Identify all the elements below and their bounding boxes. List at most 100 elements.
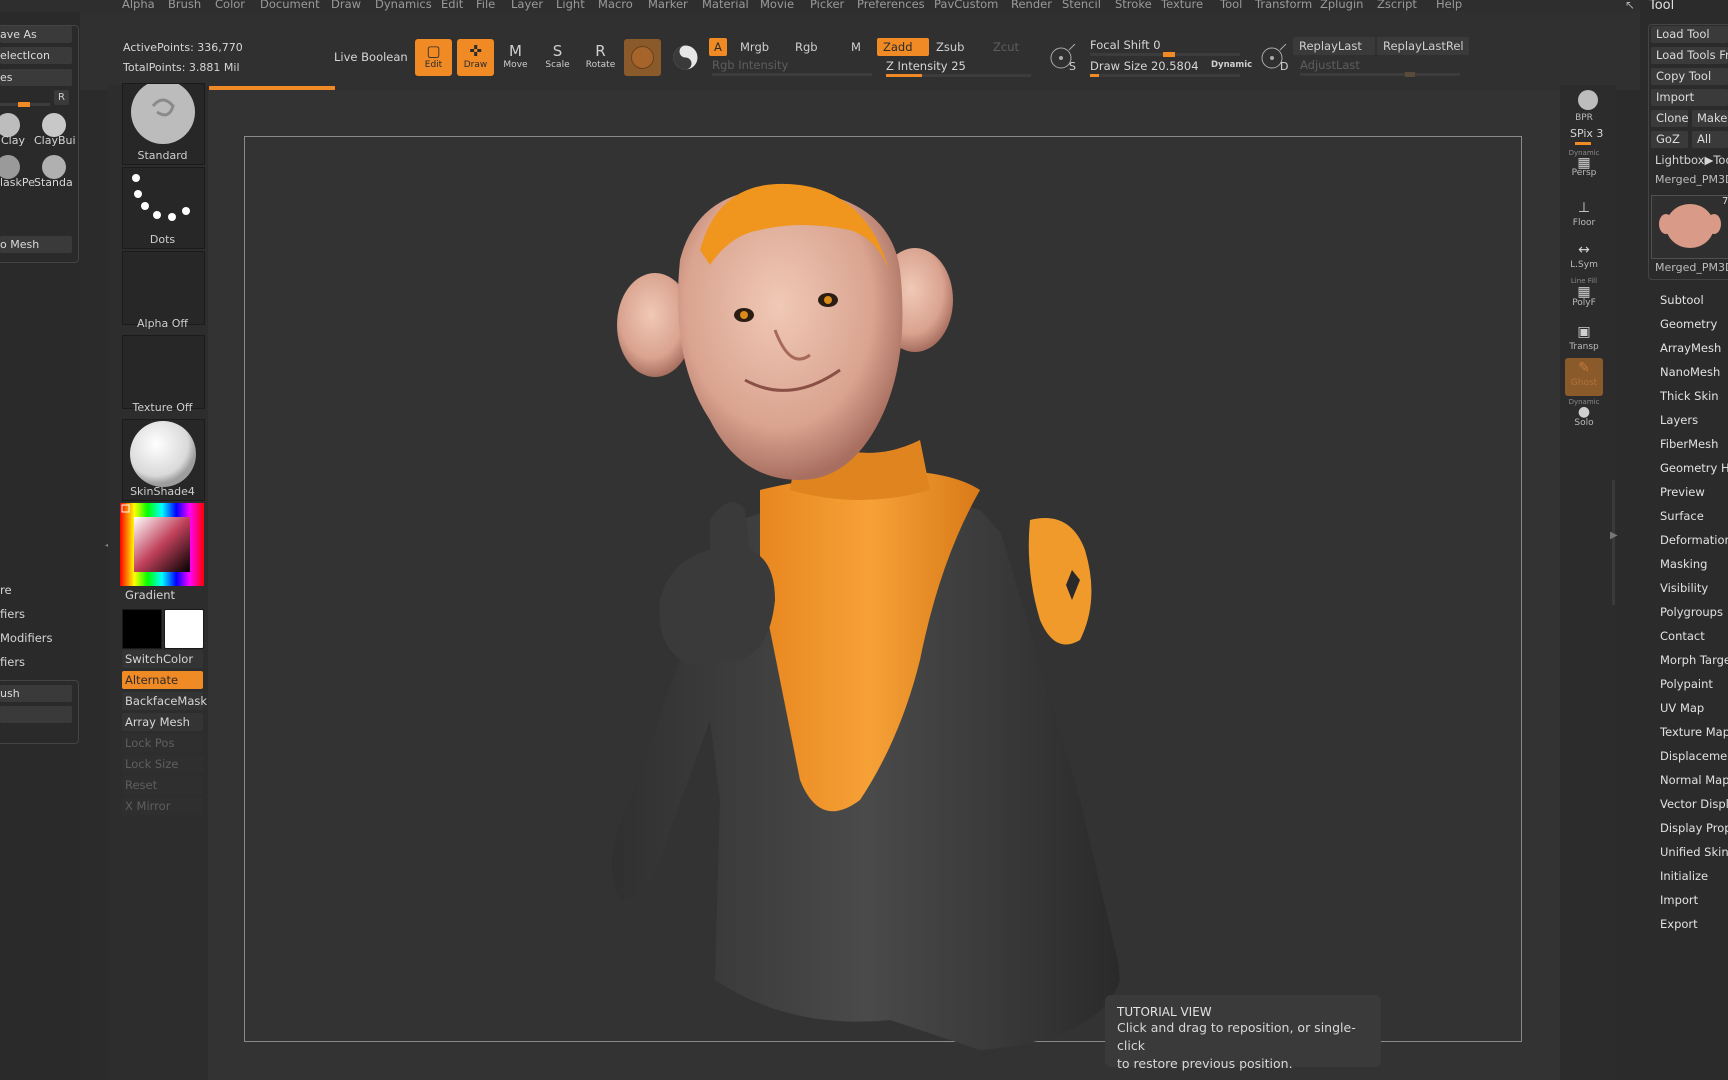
dynamic-toggle[interactable]: Dynamic — [1211, 60, 1252, 70]
tool-menu-export[interactable]: Export — [1660, 917, 1698, 931]
backface-mask-toggle[interactable]: BackfaceMask — [122, 692, 207, 710]
menu-stencil[interactable]: Stencil — [1062, 0, 1101, 11]
adjust-last-knob[interactable] — [1405, 72, 1415, 77]
select-icon-button[interactable]: electIcon — [0, 47, 72, 64]
3d-model-character[interactable] — [560, 180, 1240, 1070]
replay-last-rel-button[interactable]: ReplayLastRel — [1377, 37, 1469, 55]
tool-pin-icon[interactable]: ↖ — [1625, 0, 1635, 12]
solo-button[interactable]: Dynamic ● Solo — [1565, 398, 1603, 436]
menu-marker[interactable]: Marker — [648, 0, 688, 11]
tool-menu-visibility[interactable]: Visibility — [1660, 581, 1708, 595]
z-intensity-slider[interactable]: Z Intensity 25 — [886, 59, 966, 73]
zsub-toggle[interactable]: Zsub — [930, 38, 970, 56]
menu-alpha[interactable]: Alpha — [122, 0, 155, 11]
tray-item-modifiers[interactable]: Modifiers — [0, 631, 53, 645]
local-symmetry-button[interactable]: ↔ L.Sym — [1565, 240, 1603, 278]
move-button[interactable]: M Move — [497, 39, 534, 76]
goz-all-button[interactable]: All — [1692, 131, 1728, 148]
clone-button[interactable]: Clone — [1651, 110, 1688, 127]
tool-menu-contact[interactable]: Contact — [1660, 629, 1705, 643]
draw-size-slider[interactable]: Draw Size 20.5804 — [1090, 59, 1199, 73]
menu-transform[interactable]: Transform — [1255, 0, 1312, 11]
edit-button[interactable]: ▢ Edit — [415, 39, 452, 76]
alpha-thumb[interactable] — [122, 251, 205, 325]
goz-button[interactable]: GoZ — [1651, 131, 1688, 148]
tool-menu-displacement-map[interactable]: Displacemen — [1660, 749, 1728, 763]
tool-menu-subtool[interactable]: Subtool — [1660, 293, 1704, 307]
focal-shift-knob[interactable] — [1163, 52, 1175, 57]
tool-menu-unified-skin[interactable]: Unified Skin — [1660, 845, 1728, 859]
bpr-button[interactable]: BPR — [1565, 88, 1603, 126]
s-lazy-icon[interactable]: S — [1047, 43, 1077, 74]
tool-menu-import[interactable]: Import — [1660, 893, 1698, 907]
brushes-button[interactable]: es — [0, 69, 72, 86]
menu-zscript[interactable]: Zscript — [1377, 0, 1417, 11]
polyframe-button[interactable]: Line Fill ▦ PolyF — [1565, 276, 1603, 314]
menu-tool[interactable]: Tool — [1220, 0, 1242, 11]
menu-pavcustom[interactable]: PavCustom — [934, 0, 998, 11]
live-boolean-button[interactable]: Live Boolean — [334, 50, 408, 64]
switch-color-button[interactable]: SwitchColor — [122, 650, 203, 668]
menu-dynamics[interactable]: Dynamics — [375, 0, 432, 11]
tool-menu-surface[interactable]: Surface — [1660, 509, 1704, 523]
tool-menu-polypaint[interactable]: Polypaint — [1660, 677, 1713, 691]
menu-file[interactable]: File — [476, 0, 495, 11]
to-mesh-button[interactable]: o Mesh — [0, 236, 72, 253]
tool-menu-arraymesh[interactable]: ArrayMesh — [1660, 341, 1721, 355]
tool-menu-preview[interactable]: Preview — [1660, 485, 1705, 499]
tool-menu-normal-map[interactable]: Normal Map — [1660, 773, 1728, 787]
menu-render[interactable]: Render — [1011, 0, 1052, 11]
gradient-toggle[interactable]: Gradient — [125, 588, 175, 602]
menu-zplugin[interactable]: Zplugin — [1320, 0, 1363, 11]
tool-menu-fibermesh[interactable]: FiberMesh — [1660, 437, 1718, 451]
tool-menu-geometry[interactable]: Geometry — [1660, 317, 1717, 331]
ghost-button[interactable]: ✎ Ghost — [1565, 358, 1603, 396]
rotate-button[interactable]: R Rotate — [582, 39, 619, 76]
tray-item-re[interactable]: re — [0, 583, 12, 597]
zcut-toggle[interactable]: Zcut — [987, 38, 1025, 56]
reset-button[interactable]: Reset — [122, 776, 203, 794]
lock-size-button[interactable]: Lock Size — [122, 755, 203, 773]
menu-texture[interactable]: Texture — [1161, 0, 1203, 11]
menu-help[interactable]: Help — [1436, 0, 1462, 11]
tray-slider-knob[interactable] — [18, 102, 30, 107]
copy-tool-button[interactable]: Copy Tool — [1651, 68, 1728, 85]
tool-menu-vector-displacement-map[interactable]: Vector Displa — [1660, 797, 1728, 811]
tool-menu-polygroups[interactable]: Polygroups — [1660, 605, 1723, 619]
menu-draw[interactable]: Draw — [331, 0, 361, 11]
tray-item-fiers-2[interactable]: fiers — [0, 655, 25, 669]
menu-picker[interactable]: Picker — [810, 0, 844, 11]
menu-preferences[interactable]: Preferences — [857, 0, 925, 11]
texture-swatch-button[interactable] — [667, 39, 704, 76]
transp-button[interactable]: ▣ Transp — [1565, 322, 1603, 360]
material-swatch-button[interactable] — [624, 39, 661, 76]
save-as-button[interactable]: ave As — [0, 26, 72, 43]
lightbox-tools-button[interactable]: Lightbox▶Too — [1655, 153, 1728, 167]
import-button[interactable]: Import — [1651, 89, 1728, 106]
scale-button[interactable]: S Scale — [539, 39, 576, 76]
tray-item-fiers-1[interactable]: fiers — [0, 607, 25, 621]
primary-color-swatch[interactable] — [122, 609, 162, 649]
menu-macro[interactable]: Macro — [598, 0, 633, 11]
make-polymesh-button[interactable]: Make — [1692, 110, 1728, 127]
mrgb-toggle[interactable]: Mrgb — [734, 38, 775, 56]
tool-menu-nanomesh[interactable]: NanoMesh — [1660, 365, 1720, 379]
menu-stroke[interactable]: Stroke — [1115, 0, 1152, 11]
menu-light[interactable]: Light — [556, 0, 585, 11]
r-button[interactable]: R — [54, 90, 69, 105]
menu-layer[interactable]: Layer — [511, 0, 543, 11]
adjust-last-track[interactable] — [1300, 73, 1460, 76]
m-toggle[interactable]: M — [845, 38, 867, 56]
tool-menu-initialize[interactable]: Initialize — [1660, 869, 1708, 883]
texture-thumb[interactable] — [122, 335, 205, 409]
a-toggle[interactable]: A — [709, 38, 727, 56]
d-lazy-icon[interactable]: D — [1258, 43, 1288, 74]
lock-pos-button[interactable]: Lock Pos — [122, 734, 203, 752]
adjust-last-slider[interactable]: AdjustLast — [1300, 58, 1360, 72]
secondary-color-swatch[interactable] — [164, 609, 204, 649]
load-tool-button[interactable]: Load Tool — [1651, 26, 1728, 43]
rgb-intensity-slider[interactable]: Rgb Intensity — [712, 58, 788, 72]
tray-empty-slot[interactable] — [0, 706, 72, 723]
menu-brush[interactable]: Brush — [168, 0, 201, 11]
menu-material[interactable]: Material — [702, 0, 749, 11]
